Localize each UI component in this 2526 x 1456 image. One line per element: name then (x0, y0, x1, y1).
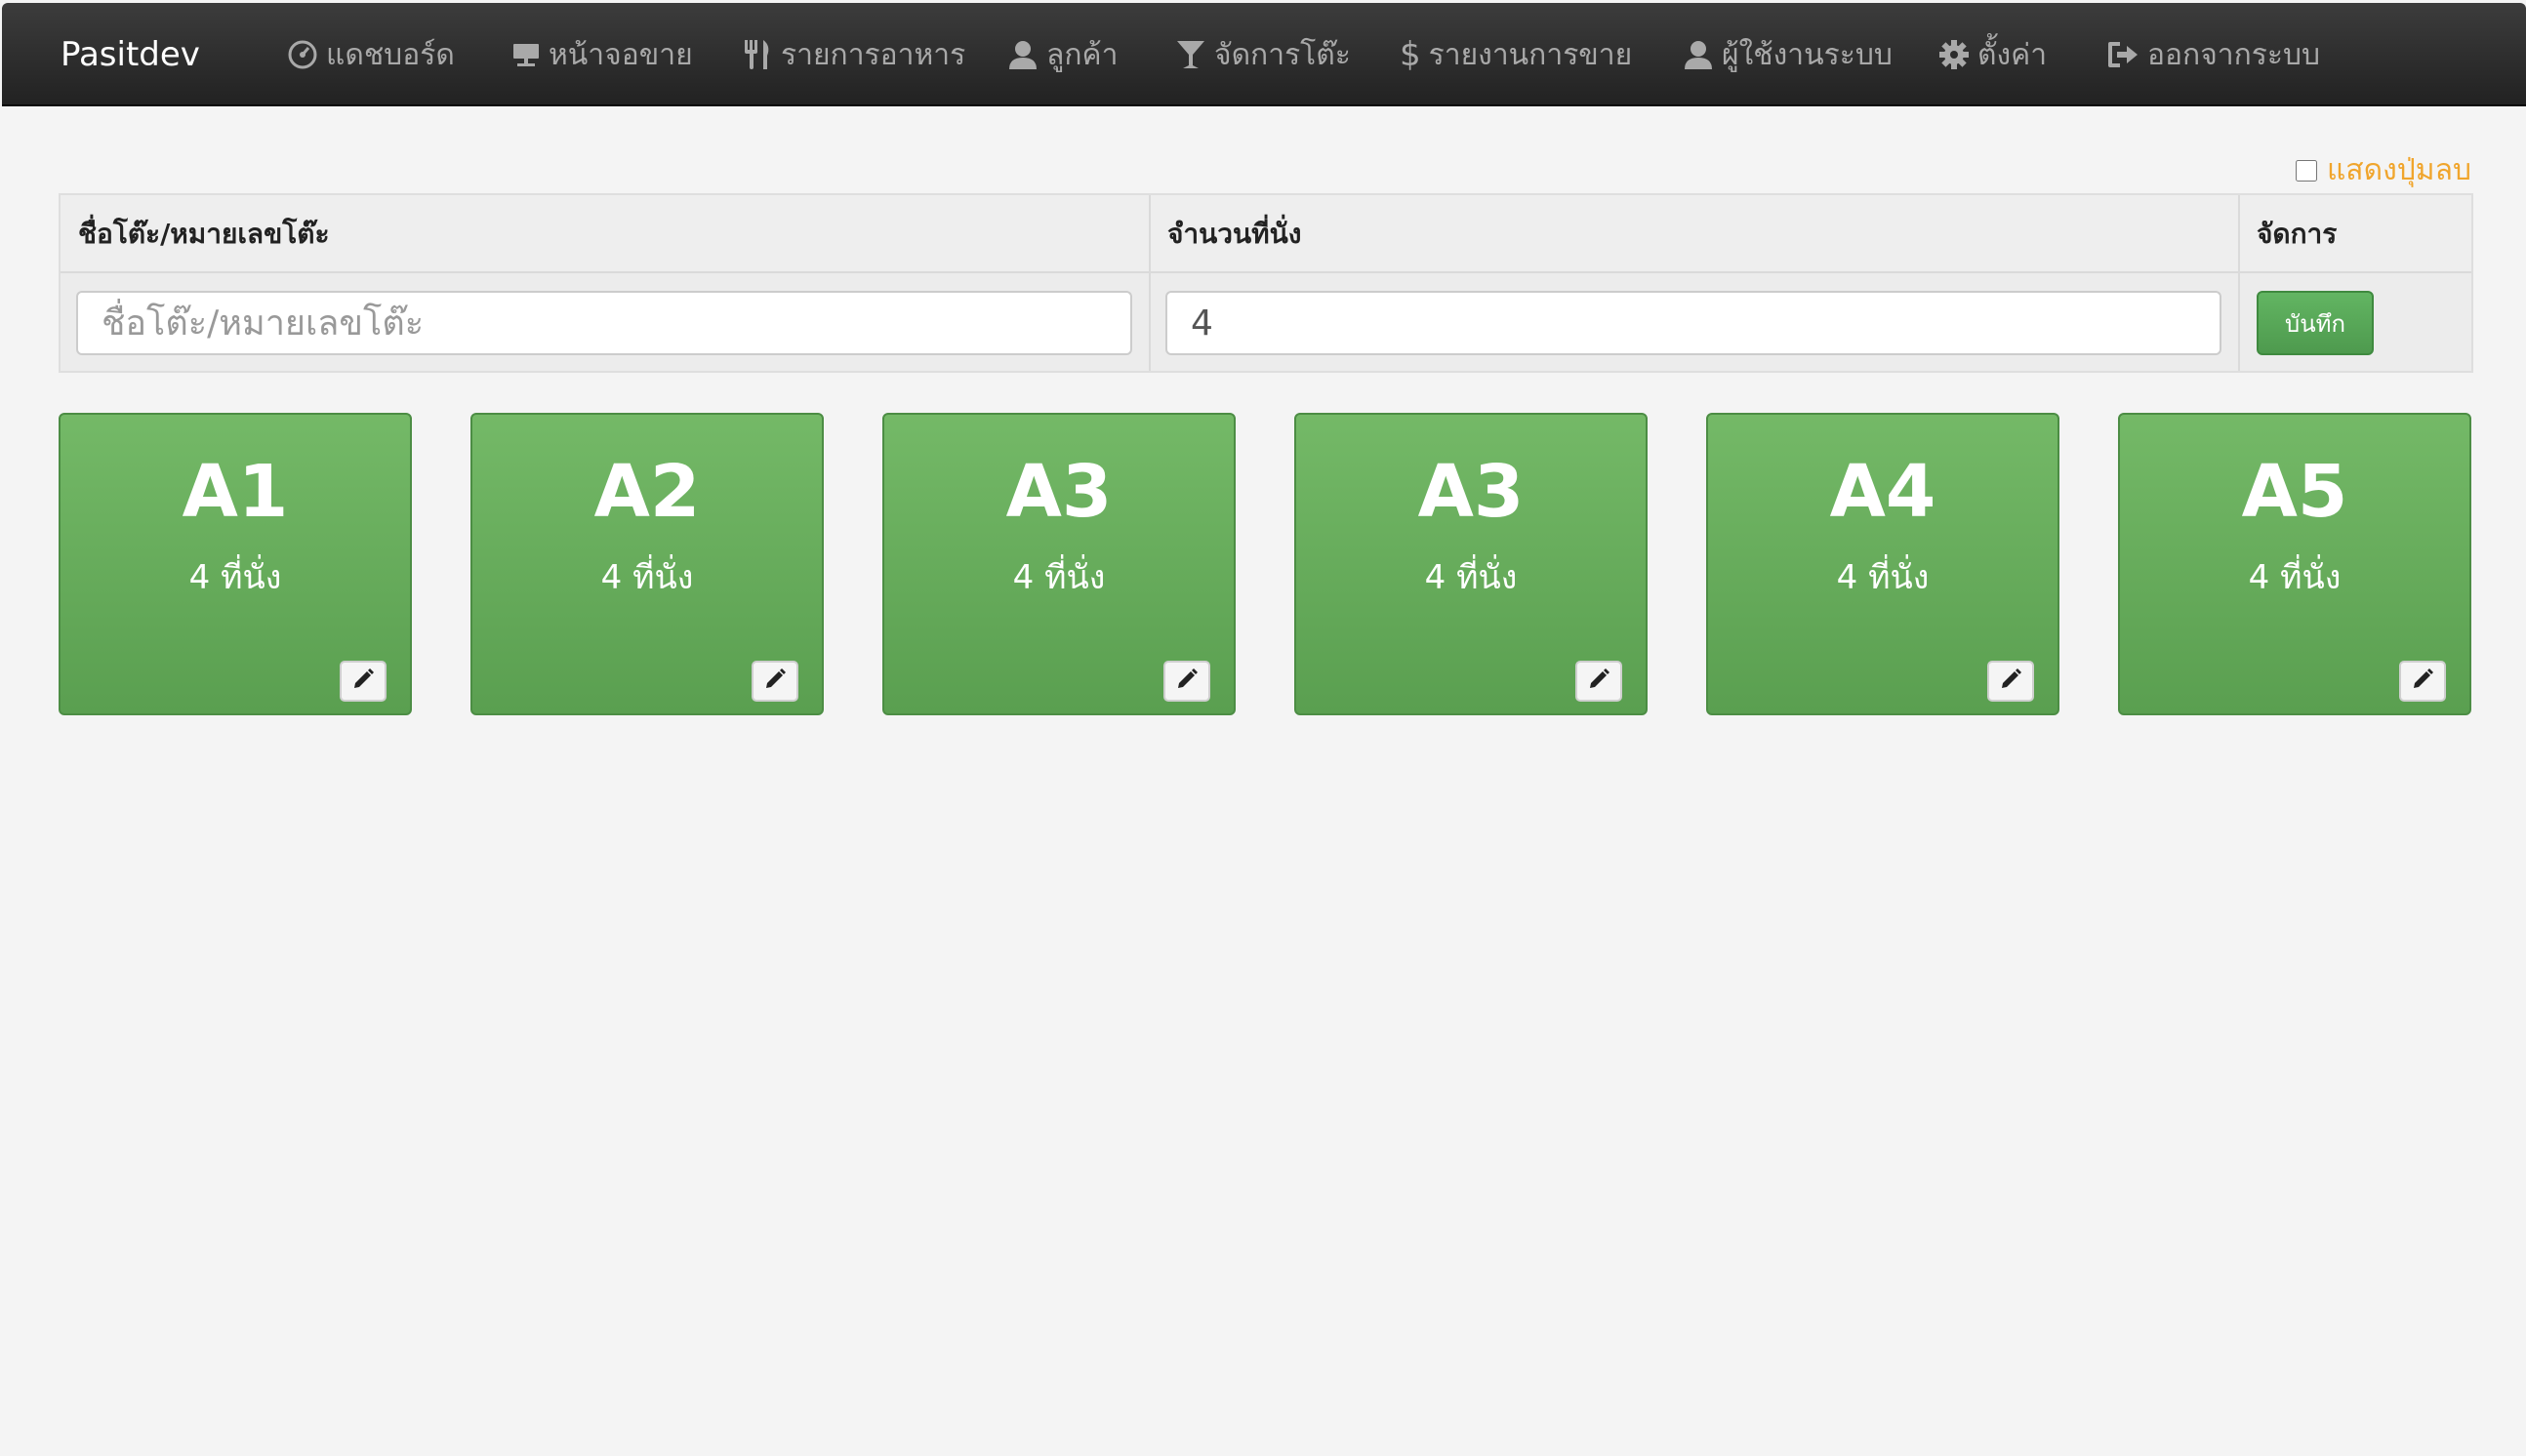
user-icon (1683, 39, 1714, 70)
nav-label: รายงานการขาย (1428, 37, 1633, 72)
nav-label: ตั้งค่า (1977, 37, 2048, 72)
nav-item-logout[interactable]: ออกจากระบบ (2106, 3, 2320, 106)
table-card[interactable]: A4 4 ที่นั่ง (1706, 413, 2059, 715)
logout-icon (2106, 39, 2139, 70)
nav-label: ผู้ใช้งานระบบ (1722, 37, 1893, 72)
nav-label: ออกจากระบบ (2147, 37, 2321, 72)
nav-label: จัดการโต๊ะ (1214, 37, 1351, 72)
nav-item-customers[interactable]: ลูกค้า (1007, 3, 1118, 106)
table-card[interactable]: A5 4 ที่นั่ง (2118, 413, 2471, 715)
edit-button[interactable] (1163, 661, 1210, 702)
header-actions: จัดการ (2239, 195, 2471, 273)
pencil-icon (1175, 667, 1199, 695)
table-name: A1 (182, 450, 289, 534)
column-divider (1149, 195, 1151, 371)
show-delete-toggle[interactable]: แสดงปุ่มลบ (2295, 147, 2471, 193)
table-name-input[interactable] (76, 291, 1132, 355)
table-card[interactable]: A2 4 ที่นั่ง (470, 413, 824, 715)
nav-label: แดชบอร์ด (326, 37, 455, 72)
table-card[interactable]: A3 4 ที่นั่ง (882, 413, 1236, 715)
user-icon (1007, 39, 1039, 70)
nav-label: หน้าจอขาย (549, 37, 693, 72)
table-name: A2 (593, 450, 701, 534)
table-seats: 4 ที่นั่ง (1012, 558, 1106, 597)
edit-button[interactable] (752, 661, 798, 702)
show-delete-checkbox[interactable] (2295, 159, 2317, 182)
header-seat-count: จำนวนที่นั่ง (1150, 195, 2239, 273)
gear-icon (1938, 39, 1970, 70)
edit-button[interactable] (2399, 661, 2446, 702)
nav-item-settings[interactable]: ตั้งค่า (1938, 3, 2047, 106)
table-seats: 4 ที่นั่ง (1836, 558, 1930, 597)
save-button[interactable]: บันทึก (2257, 291, 2374, 355)
table-name: A3 (1005, 450, 1113, 534)
nav-item-system-users[interactable]: ผู้ใช้งานระบบ (1683, 3, 1893, 106)
cutlery-icon (742, 38, 773, 71)
table-card[interactable]: A3 4 ที่นั่ง (1294, 413, 1648, 715)
add-table-form: ชื่อโต๊ะ/หมายเลขโต๊ะ จำนวนที่นั่ง จัดการ… (59, 193, 2473, 373)
edit-button[interactable] (1575, 661, 1622, 702)
pencil-icon (2411, 667, 2434, 695)
table-seats: 4 ที่นั่ง (188, 558, 282, 597)
brand-logo[interactable]: Pasitdev (61, 3, 200, 106)
dashboard-icon (287, 39, 318, 70)
glass-icon (1175, 39, 1206, 70)
nav-item-sales-report[interactable]: $ รายงานการขาย (1400, 3, 1632, 106)
table-seats: 4 ที่นั่ง (2248, 558, 2342, 597)
pencil-icon (763, 667, 787, 695)
table-name: A4 (1829, 450, 1936, 534)
table-name: A5 (2241, 450, 2348, 534)
nav-label: ลูกค้า (1046, 37, 1119, 72)
pencil-icon (351, 667, 375, 695)
header-table-name: ชื่อโต๊ะ/หมายเลขโต๊ะ (61, 195, 1150, 273)
edit-button[interactable] (340, 661, 387, 702)
seat-count-input[interactable] (1165, 291, 2221, 355)
table-seats: 4 ที่นั่ง (1424, 558, 1518, 597)
nav-item-manage-tables[interactable]: จัดการโต๊ะ (1175, 3, 1351, 106)
top-navbar: Pasitdev แดชบอร์ด หน้าจอขาย รายการอาหาร … (2, 3, 2526, 106)
screen-icon (511, 40, 541, 69)
table-card[interactable]: A1 4 ที่นั่ง (59, 413, 412, 715)
dollar-icon: $ (1400, 35, 1421, 74)
pencil-icon (1587, 667, 1610, 695)
table-name: A3 (1417, 450, 1525, 534)
nav-item-food-menu[interactable]: รายการอาหาร (742, 3, 965, 106)
table-seats: 4 ที่นั่ง (600, 558, 694, 597)
show-delete-label: แสดงปุ่มลบ (2326, 153, 2471, 187)
nav-item-dashboard[interactable]: แดชบอร์ด (287, 3, 455, 106)
edit-button[interactable] (1987, 661, 2034, 702)
nav-item-sales-screen[interactable]: หน้าจอขาย (511, 3, 693, 106)
column-divider (2238, 195, 2240, 371)
pencil-icon (1999, 667, 2022, 695)
nav-label: รายการอาหาร (781, 37, 966, 72)
